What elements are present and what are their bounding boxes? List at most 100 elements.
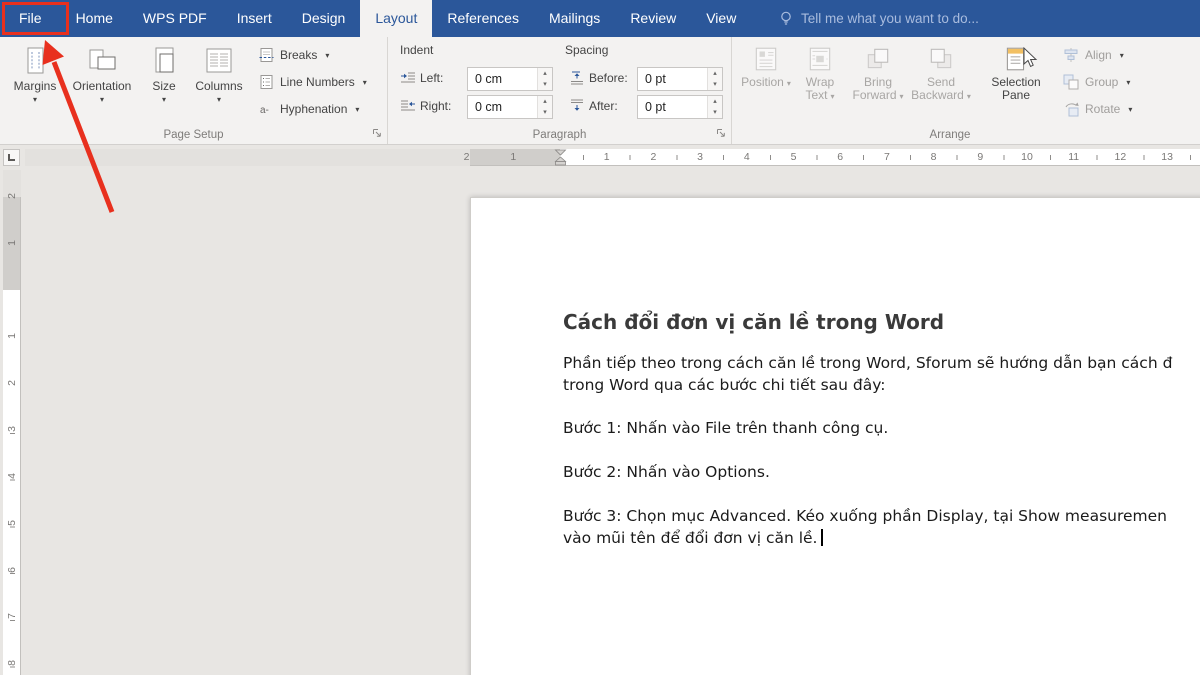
- rotate-button[interactable]: Rotate ▾: [1062, 98, 1132, 120]
- svg-text:a-: a-: [260, 105, 269, 116]
- dropdown-caret-icon: ▾: [1126, 78, 1130, 87]
- dropdown-caret-icon: ▾: [787, 79, 791, 88]
- dropdown-caret-icon: ▾: [363, 78, 367, 87]
- arrange-group: Position▾ Wrap Text▾ Bring Forward▾: [732, 37, 1168, 144]
- spacing-after-label: After:: [589, 99, 618, 113]
- dropdown-caret-icon: ▾: [355, 105, 359, 114]
- columns-icon: [203, 45, 235, 77]
- document-heading: Cách đổi đơn vị căn lề trong Word: [563, 310, 944, 334]
- spin-down-icon[interactable]: ▾: [708, 107, 722, 118]
- hyphenation-icon: a-: [258, 101, 275, 117]
- dropdown-caret-icon: ▾: [100, 96, 104, 103]
- indent-right-input[interactable]: 0 cm ▴▾: [467, 95, 553, 119]
- tab-home[interactable]: Home: [61, 0, 128, 37]
- spacing-before-input[interactable]: 0 pt ▴▾: [637, 67, 723, 91]
- spacing-before-label: Before:: [589, 71, 628, 85]
- send-backward-button[interactable]: Send Backward▾: [910, 41, 972, 127]
- size-button[interactable]: Size ▾: [140, 41, 188, 127]
- group-label-paragraph: Paragraph: [388, 129, 731, 141]
- tell-me-placeholder: Tell me what you want to do...: [801, 11, 979, 26]
- indent-left-icon: [399, 70, 417, 85]
- selection-pane-icon: [1002, 45, 1030, 73]
- tab-insert[interactable]: Insert: [222, 0, 287, 37]
- align-button[interactable]: Align ▾: [1062, 44, 1124, 66]
- paragraph-group: Indent Spacing Left: 0 cm ▴▾ Right: 0 cm…: [388, 37, 732, 144]
- document-step1-line: Bước 1: Nhấn vào File trên thanh công cụ…: [563, 419, 888, 437]
- spin-up-icon[interactable]: ▴: [538, 96, 552, 107]
- document-paragraph-line: Phần tiếp theo trong cách căn lề trong W…: [563, 354, 1172, 372]
- selection-pane-button[interactable]: Selection Pane: [984, 41, 1048, 127]
- hyphenation-button[interactable]: a- Hyphenation ▾: [258, 98, 359, 120]
- group-objects-icon: [1062, 73, 1080, 91]
- indent-markers-icon[interactable]: [554, 149, 567, 166]
- indent-right-icon: [399, 98, 417, 113]
- tab-review[interactable]: Review: [615, 0, 691, 37]
- document-step3-line: Bước 3: Chọn mục Advanced. Kéo xuống phầ…: [563, 507, 1167, 525]
- align-icon: [1062, 46, 1080, 64]
- indent-left-label: Left:: [420, 71, 443, 85]
- wrap-text-button[interactable]: Wrap Text▾: [794, 41, 846, 127]
- tab-wps-pdf[interactable]: WPS PDF: [128, 0, 222, 37]
- page-setup-group: Margins ▾ Orientation ▾ Size ▾: [0, 37, 388, 144]
- indent-left-input[interactable]: 0 cm ▴▾: [467, 67, 553, 91]
- document-page[interactable]: Cách đổi đơn vị căn lề trong Word Phần t…: [470, 197, 1200, 675]
- tab-design[interactable]: Design: [287, 0, 361, 37]
- annotation-highlight-box: [2, 2, 69, 35]
- rotate-icon: [1062, 100, 1080, 118]
- document-paragraph-line: trong Word qua các bước chi tiết sau đây…: [563, 376, 886, 394]
- paragraph-dialog-launcher[interactable]: [715, 127, 727, 139]
- tell-me-search[interactable]: Tell me what you want to do...: [778, 0, 979, 37]
- bring-forward-button[interactable]: Bring Forward▾: [850, 41, 906, 127]
- orientation-button[interactable]: Orientation ▾: [66, 41, 138, 127]
- spin-up-icon[interactable]: ▴: [708, 96, 722, 107]
- bring-forward-icon: [864, 45, 892, 73]
- orientation-icon: [86, 45, 118, 77]
- ribbon-tab-bar: File Home WPS PDF Insert Design Layout R…: [0, 0, 1200, 37]
- dropdown-caret-icon: ▾: [1128, 105, 1132, 114]
- vertical-ruler[interactable]: 2112345678: [3, 170, 21, 675]
- lightbulb-icon: [778, 10, 794, 27]
- breaks-button[interactable]: Breaks ▾: [258, 44, 329, 66]
- tab-references[interactable]: References: [432, 0, 534, 37]
- dropdown-caret-icon: ▾: [1120, 51, 1124, 60]
- dropdown-caret-icon: ▾: [967, 92, 971, 101]
- spin-up-icon[interactable]: ▴: [708, 68, 722, 79]
- dropdown-caret-icon: ▾: [217, 96, 221, 103]
- position-icon: [752, 45, 780, 73]
- text-cursor: [821, 529, 823, 546]
- dropdown-caret-icon: ▾: [325, 51, 329, 60]
- spin-down-icon[interactable]: ▾: [538, 107, 552, 118]
- indent-right-label: Right:: [420, 99, 451, 113]
- indent-section-label: Indent: [400, 43, 433, 57]
- line-numbers-icon: [258, 74, 275, 90]
- position-button[interactable]: Position▾: [740, 41, 792, 127]
- group-label-page-setup: Page Setup: [0, 129, 387, 141]
- wrap-text-icon: [806, 45, 834, 73]
- spin-up-icon[interactable]: ▴: [538, 68, 552, 79]
- horizontal-ruler[interactable]: 2112345678910111213: [25, 149, 1200, 166]
- page-setup-dialog-launcher[interactable]: [371, 127, 383, 139]
- tab-selector[interactable]: [3, 149, 20, 166]
- spin-down-icon[interactable]: ▾: [708, 79, 722, 90]
- dropdown-caret-icon: ▾: [900, 92, 904, 101]
- tab-mailings[interactable]: Mailings: [534, 0, 615, 37]
- spin-down-icon[interactable]: ▾: [538, 79, 552, 90]
- margins-button[interactable]: Margins ▾: [6, 41, 64, 127]
- tab-view[interactable]: View: [691, 0, 751, 37]
- columns-button[interactable]: Columns ▾: [190, 41, 248, 127]
- tab-layout[interactable]: Layout: [360, 0, 432, 37]
- tab-stop-icon: [8, 154, 15, 161]
- group-button[interactable]: Group ▾: [1062, 71, 1130, 93]
- page-size-icon: [148, 45, 180, 77]
- line-numbers-button[interactable]: Line Numbers ▾: [258, 71, 367, 93]
- margins-icon: [19, 45, 51, 77]
- ribbon: Margins ▾ Orientation ▾ Size ▾: [0, 37, 1200, 145]
- spacing-after-icon: [568, 98, 586, 113]
- group-label-arrange: Arrange: [732, 129, 1168, 141]
- document-area: 2112345678 Cách đổi đơn vị căn lề trong …: [0, 170, 1200, 675]
- page-break-icon: [258, 47, 275, 63]
- send-backward-icon: [927, 45, 955, 73]
- spacing-after-input[interactable]: 0 pt ▴▾: [637, 95, 723, 119]
- dropdown-caret-icon: ▾: [831, 92, 835, 101]
- document-step3-line2: vào mũi tên để đổi đơn vị căn lề.: [563, 529, 823, 547]
